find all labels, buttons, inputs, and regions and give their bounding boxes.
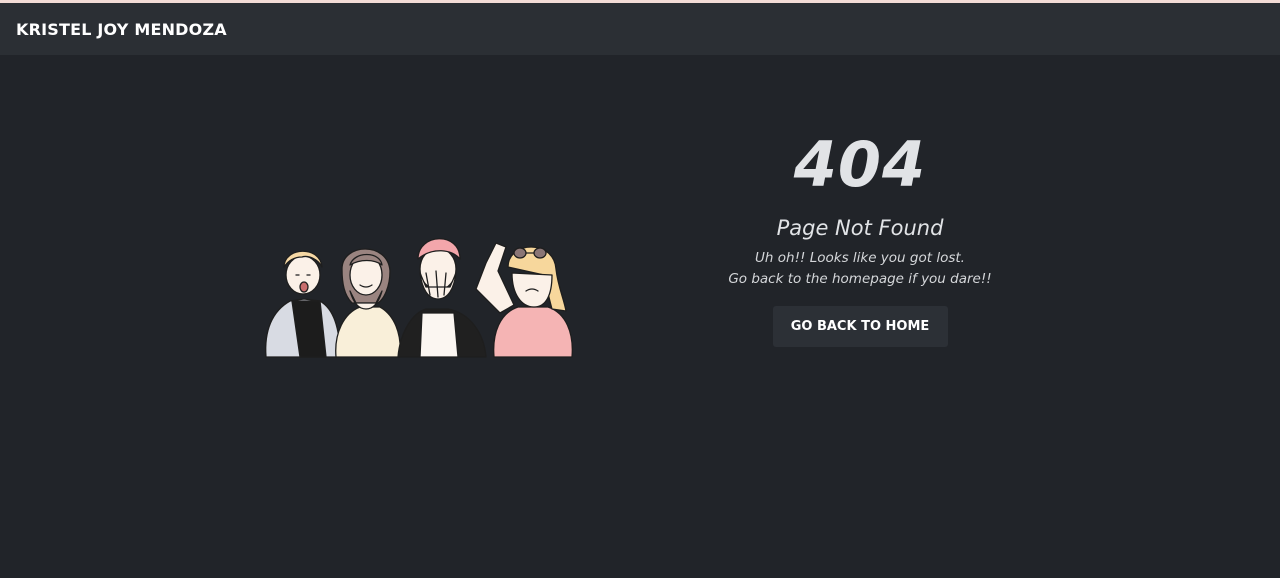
- person-4: [475, 242, 573, 358]
- error-message-line-2: Go back to the homepage if you dare!!: [728, 271, 992, 287]
- person-2: [335, 248, 401, 358]
- error-title: Page Not Found: [776, 216, 944, 240]
- shocked-people-illustration: [265, 238, 573, 358]
- error-code: 404: [793, 128, 927, 201]
- navbar: KRISTEL JOY MENDOZA: [0, 3, 1280, 55]
- brand-link[interactable]: KRISTEL JOY MENDOZA: [16, 20, 227, 39]
- error-message-line-1: Uh oh!! Looks like you got lost.: [755, 250, 965, 266]
- person-3: [397, 238, 487, 358]
- error-content: 404 Page Not Found Uh oh!! Looks like yo…: [700, 130, 1020, 347]
- person-1: [265, 250, 341, 358]
- go-back-home-button[interactable]: GO BACK TO HOME: [772, 306, 948, 347]
- main-content: [0, 55, 1280, 578]
